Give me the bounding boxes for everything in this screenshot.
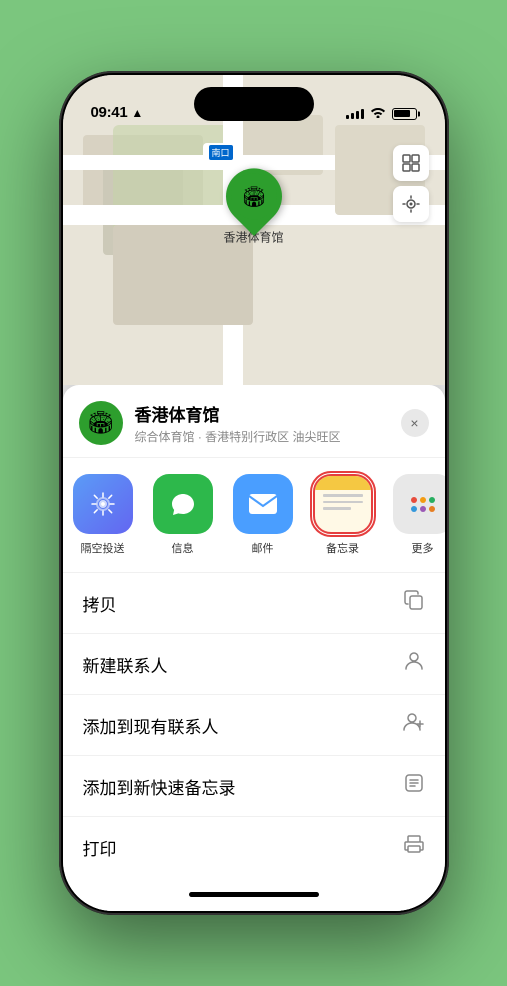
status-time: 09:41 xyxy=(91,104,128,121)
sheet-header: 🏟 香港体育馆 综合体育馆 · 香港特别行政区 油尖旺区 × xyxy=(63,385,445,458)
print-label: 打印 xyxy=(83,835,117,860)
share-row: 隔空投送 信息 xyxy=(63,458,445,573)
location-button[interactable] xyxy=(393,186,429,222)
print-icon xyxy=(403,833,425,861)
phone-frame: 09:41 ▲ xyxy=(59,71,449,915)
share-item-more[interactable]: 更多 xyxy=(383,474,445,556)
notes-label: 备忘录 xyxy=(326,540,359,556)
map-type-button[interactable] xyxy=(393,145,429,181)
close-button[interactable]: × xyxy=(401,409,429,437)
venue-icon: 🏟 xyxy=(79,401,123,445)
share-item-notes[interactable]: 备忘录 xyxy=(303,474,383,556)
share-item-mail[interactable]: 邮件 xyxy=(223,474,303,556)
more-label: 更多 xyxy=(412,540,434,556)
share-item-messages[interactable]: 信息 xyxy=(143,474,223,556)
home-indicator xyxy=(63,877,445,911)
person-add-icon xyxy=(403,711,425,739)
action-new-contact[interactable]: 新建联系人 xyxy=(63,634,445,695)
venue-name: 香港体育馆 xyxy=(135,401,389,426)
dynamic-island xyxy=(194,87,314,121)
venue-info: 香港体育馆 综合体育馆 · 香港特别行政区 油尖旺区 xyxy=(135,401,389,445)
share-item-airdrop[interactable]: 隔空投送 xyxy=(63,474,143,556)
action-copy[interactable]: 拷贝 xyxy=(63,573,445,634)
messages-label: 信息 xyxy=(172,540,194,556)
venue-subtitle: 综合体育馆 · 香港特别行政区 油尖旺区 xyxy=(135,428,389,445)
phone-screen: 09:41 ▲ xyxy=(63,75,445,911)
new-contact-label: 新建联系人 xyxy=(83,652,168,677)
add-notes-label: 添加到新快速备忘录 xyxy=(83,774,236,799)
status-icons xyxy=(346,106,417,121)
battery-icon xyxy=(392,108,417,120)
signal-bars xyxy=(346,109,364,119)
add-existing-label: 添加到现有联系人 xyxy=(83,713,219,738)
action-list: 拷贝 新建联系人 xyxy=(63,573,445,877)
action-add-existing[interactable]: 添加到现有联系人 xyxy=(63,695,445,756)
action-add-notes[interactable]: 添加到新快速备忘录 xyxy=(63,756,445,817)
map-label: 南口 南口 xyxy=(203,143,239,162)
copy-label: 拷贝 xyxy=(83,591,117,616)
person-icon xyxy=(403,650,425,678)
map-controls xyxy=(393,145,429,222)
wifi-icon xyxy=(370,106,386,121)
airdrop-label: 隔空投送 xyxy=(81,540,125,556)
note-icon xyxy=(403,772,425,800)
action-print[interactable]: 打印 xyxy=(63,817,445,877)
location-pin: 🏟 香港体育馆 xyxy=(223,168,283,245)
location-icon: ▲ xyxy=(131,106,143,120)
bottom-sheet: 🏟 香港体育馆 综合体育馆 · 香港特别行政区 油尖旺区 × xyxy=(63,385,445,911)
mail-label: 邮件 xyxy=(252,540,274,556)
copy-icon xyxy=(403,589,425,617)
